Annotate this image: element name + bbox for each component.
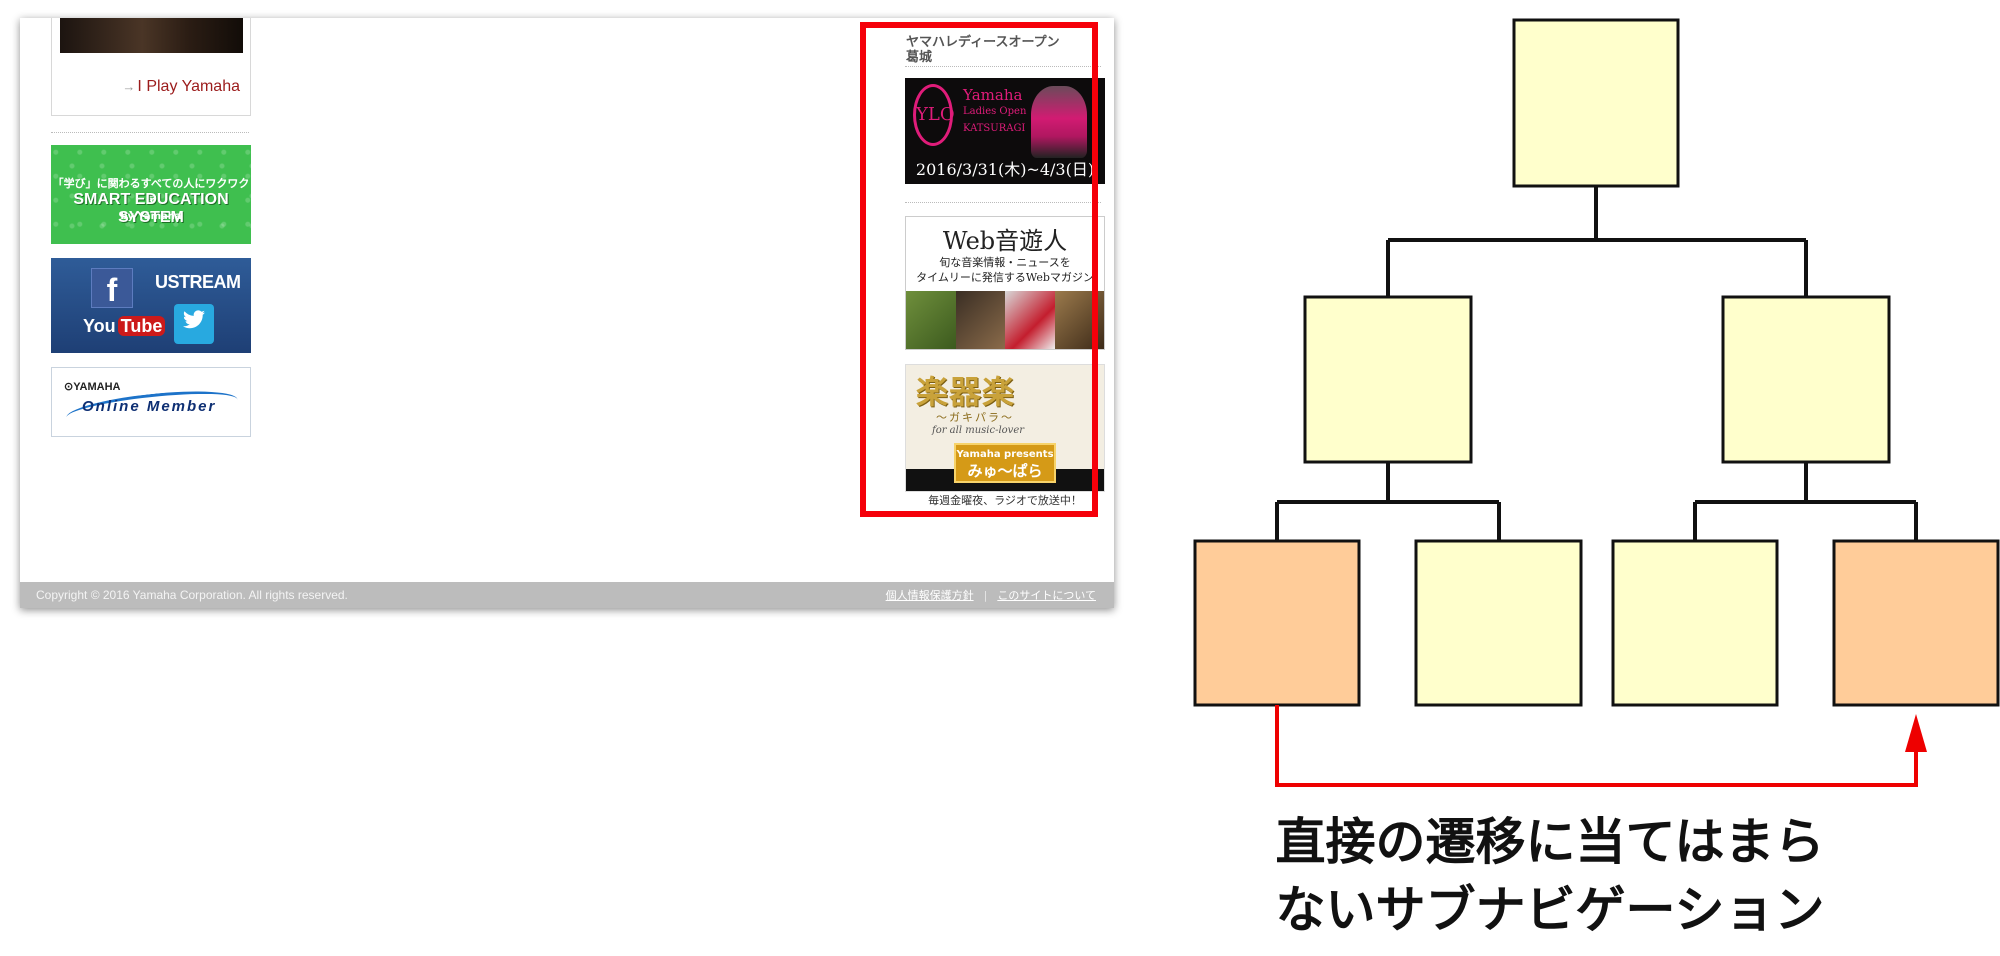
yamaha-logo: ⊙YAMAHA bbox=[64, 381, 121, 393]
leaf-node-4-highlighted bbox=[1832, 539, 2000, 707]
subnavigation-highlight-frame bbox=[860, 22, 1098, 517]
leaf-node-1-highlighted bbox=[1193, 539, 1361, 707]
about-site-link[interactable]: このサイトについて bbox=[997, 589, 1096, 602]
root-node bbox=[1512, 18, 1680, 188]
facebook-icon: f bbox=[91, 268, 133, 308]
smart-education-banner[interactable]: 「学び」に関わるすべての人にワクワクを SMART EDUCATION SYST… bbox=[51, 145, 251, 244]
level2-node-right bbox=[1721, 295, 1891, 464]
social-media-banner[interactable]: f USTREAM You Tube bbox=[51, 258, 251, 353]
arrow-head-icon bbox=[1905, 714, 1927, 752]
twitter-icon bbox=[174, 304, 214, 344]
online-member-label: Online Member bbox=[82, 398, 217, 415]
i-play-yamaha-card: → I Play Yamaha bbox=[51, 18, 251, 116]
ustream-label: USTREAM bbox=[155, 272, 241, 292]
privacy-policy-link[interactable]: 個人情報保護方針 bbox=[886, 589, 974, 602]
divider bbox=[51, 132, 249, 133]
site-footer: Copyright © 2016 Yamaha Corporation. All… bbox=[20, 582, 1114, 608]
subnav-transition-arrow bbox=[1275, 705, 1918, 787]
tree-connectors bbox=[1275, 186, 1918, 541]
arrow-right-icon: → bbox=[122, 79, 136, 94]
i-play-yamaha-link[interactable]: → I Play Yamaha bbox=[122, 78, 240, 96]
leaf-node-3 bbox=[1611, 539, 1779, 707]
link-separator: | bbox=[983, 589, 988, 602]
footer-links: 個人情報保護方針 | このサイトについて bbox=[886, 587, 1096, 603]
website-screenshot: → I Play Yamaha 「学び」に関わるすべての人にワクワクを SMART… bbox=[20, 18, 1114, 608]
copyright-text: Copyright © 2016 Yamaha Corporation. All… bbox=[36, 588, 348, 602]
leaf-node-2 bbox=[1414, 539, 1583, 707]
level2-node-left bbox=[1303, 295, 1473, 464]
online-member-banner[interactable]: ⊙YAMAHA Online Member bbox=[51, 367, 251, 437]
smart-education-byline: by Yamaha bbox=[120, 211, 182, 222]
diagram-caption: 直接の遷移に当てはまら ないサブナビゲーション bbox=[1275, 813, 1825, 939]
card-photo bbox=[60, 18, 243, 53]
youtube-logo: You Tube bbox=[83, 316, 166, 337]
